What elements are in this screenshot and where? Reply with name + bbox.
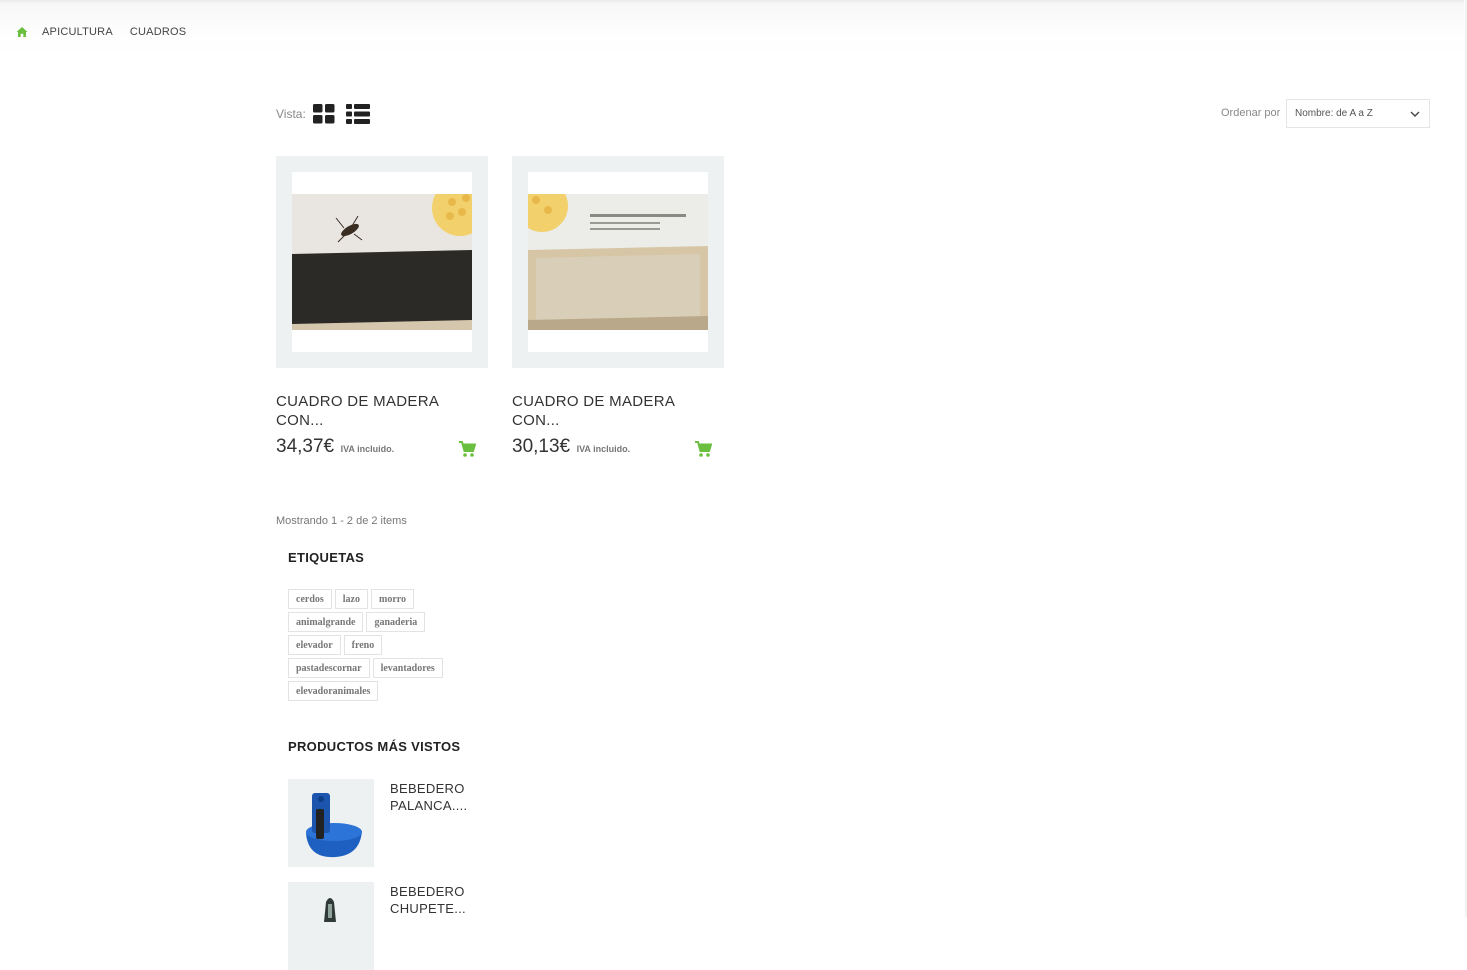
viewed-product-thumb[interactable] — [288, 779, 374, 867]
viewed-product-image — [324, 898, 336, 922]
chevron-down-icon — [1410, 111, 1420, 117]
cart-icon[interactable] — [694, 440, 712, 458]
home-icon[interactable] — [16, 26, 28, 38]
sort-select-value: Nombre: de A a Z — [1295, 108, 1373, 119]
tag-item[interactable]: pastadescornar — [288, 658, 370, 678]
tags-title: ETIQUETAS — [288, 550, 365, 565]
tag-item[interactable]: lazo — [334, 589, 368, 609]
product-name-line: CUADRO DE MADERA — [276, 393, 440, 410]
viewed-product-name-line: PALANCA.... — [390, 798, 468, 813]
breadcrumb: APICULTURA CUADROS — [16, 24, 203, 40]
breadcrumb-item-cuadros[interactable]: CUADROS — [130, 26, 186, 38]
viewed-product-name[interactable]: BEBEDERO PALANCA.... — [390, 780, 490, 814]
tax-note: IVA incluido. — [576, 444, 631, 454]
product-price: 30,13€ — [512, 436, 571, 457]
product-card: CUADRO DE MADERA CON... 34,37€ IVA inclu… — [276, 156, 488, 460]
product-image-frame[interactable] — [512, 156, 724, 368]
product-name[interactable]: CUADRO DE MADERA CON... — [512, 392, 712, 430]
viewed-product-name-line: BEBEDERO — [390, 884, 465, 899]
view-label: Vista: — [276, 107, 306, 121]
product-image-frame[interactable] — [276, 156, 488, 368]
results-count: Mostrando 1 - 2 de 2 items — [276, 515, 407, 527]
viewed-product-item: BEBEDERO PALANCA.... — [288, 779, 488, 867]
tag-item[interactable]: levantadores — [372, 658, 443, 678]
viewed-product-name-line: BEBEDERO — [390, 781, 465, 796]
product-price: 34,37€ — [276, 436, 335, 457]
cart-icon[interactable] — [458, 440, 476, 458]
product-name-line: CON... — [512, 412, 560, 429]
product-name[interactable]: CUADRO DE MADERA CON... — [276, 392, 476, 430]
tag-item[interactable]: ganaderia — [366, 612, 426, 632]
tags-list: cerdos lazo morro animalgrande ganaderia… — [288, 589, 468, 704]
sort-select[interactable]: Nombre: de A a Z — [1286, 99, 1430, 128]
grid-view-icon[interactable] — [313, 104, 335, 124]
tag-item[interactable]: morro — [371, 589, 415, 609]
tag-item[interactable]: animalgrande — [288, 612, 364, 632]
most-viewed-title: PRODUCTOS MÁS VISTOS — [288, 739, 461, 754]
product-image — [528, 194, 708, 330]
top-header-bar — [0, 0, 1467, 56]
viewed-product-thumb[interactable] — [288, 882, 374, 970]
sort-label: Ordenar por — [1221, 107, 1281, 119]
viewed-product-name-line: CHUPETE... — [390, 901, 466, 916]
viewed-product-image — [306, 793, 362, 858]
tag-item[interactable]: cerdos — [288, 589, 332, 609]
tag-item[interactable]: elevador — [288, 635, 341, 655]
list-view-icon[interactable] — [346, 104, 370, 124]
product-name-line: CUADRO DE MADERA — [512, 393, 676, 410]
tag-item[interactable]: freno — [343, 635, 383, 655]
price-row: 30,13€ IVA incluido. — [512, 436, 724, 460]
product-name-line: CON... — [276, 412, 324, 429]
viewed-product-item: BEBEDERO CHUPETE... — [288, 882, 488, 970]
tax-note: IVA incluido. — [340, 444, 395, 454]
viewed-product-name[interactable]: BEBEDERO CHUPETE... — [390, 883, 490, 917]
breadcrumb-item-apicultura[interactable]: APICULTURA — [42, 26, 113, 38]
product-card: CUADRO DE MADERA CON... 30,13€ IVA inclu… — [512, 156, 724, 460]
price-row: 34,37€ IVA incluido. — [276, 436, 488, 460]
tag-item[interactable]: elevadoranimales — [288, 681, 379, 701]
product-image — [292, 194, 472, 330]
